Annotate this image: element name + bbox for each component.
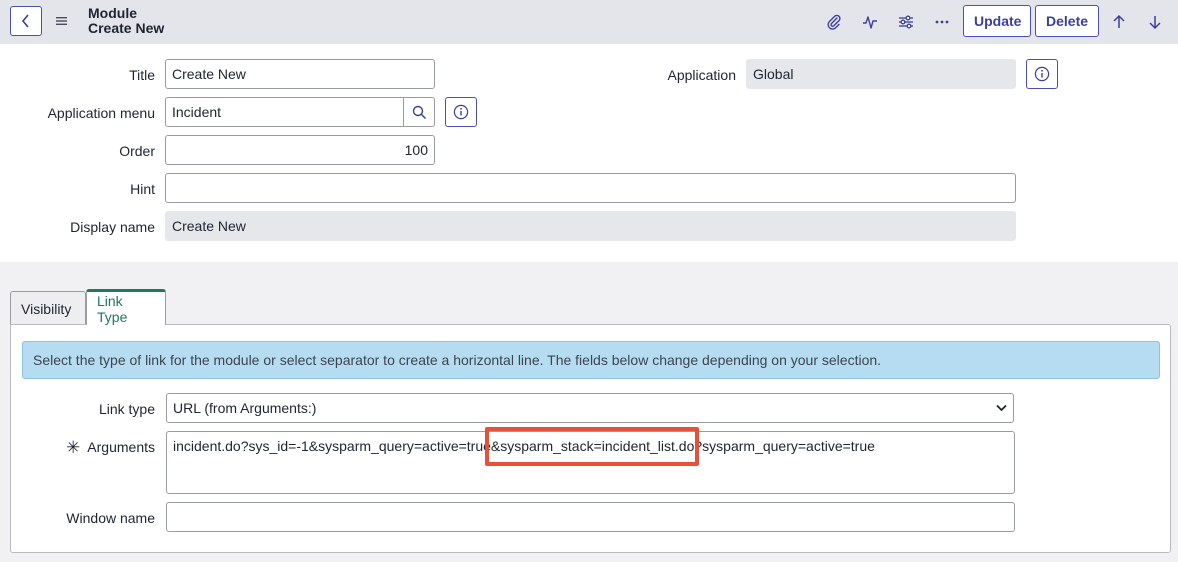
link-type-label: Link type: [98, 401, 155, 417]
chevron-down-icon: [996, 404, 1007, 412]
application-menu-info-button[interactable]: [445, 97, 477, 127]
tab-link-type[interactable]: Link Type: [86, 289, 166, 325]
order-label: Order: [119, 143, 155, 159]
application-menu-label: Application menu: [47, 105, 155, 121]
window-name-label: Window name: [66, 510, 155, 526]
hint-label: Hint: [130, 181, 155, 197]
record-name: Create New: [88, 20, 165, 36]
arguments-textarea[interactable]: incident.do?sys_id=-1&sysparm_query=acti…: [166, 431, 1015, 494]
link-type-selected-value: URL (from Arguments:): [173, 400, 317, 416]
hint-input[interactable]: [165, 173, 1016, 203]
info-icon: [1034, 66, 1050, 82]
required-indicator-icon: ✳: [66, 438, 81, 457]
record-type: Module: [88, 5, 137, 21]
arguments-label: Arguments: [87, 439, 155, 455]
title-label: Title: [129, 67, 155, 83]
order-input[interactable]: 100: [165, 135, 435, 165]
application-menu-input[interactable]: Incident: [165, 97, 404, 127]
tab-visibility[interactable]: Visibility: [10, 291, 86, 325]
form-header: Module Create New Update Delete: [0, 0, 1178, 44]
hamburger-menu-icon[interactable]: [55, 14, 69, 28]
delete-button[interactable]: Delete: [1035, 5, 1099, 37]
arrow-down-icon: [1149, 16, 1161, 30]
next-record-button[interactable]: [1144, 11, 1166, 33]
link-type-info-banner: Select the type of link for the module o…: [22, 341, 1160, 379]
application-info-button[interactable]: [1026, 59, 1058, 89]
record-title: Module Create New: [88, 6, 164, 36]
display-name-label: Display name: [70, 219, 155, 235]
title-input[interactable]: Create New: [165, 59, 435, 89]
display-name-field: Create New: [165, 211, 1016, 241]
arrow-up-icon: [1113, 14, 1125, 28]
more-options-button[interactable]: [931, 11, 953, 33]
more-icon: [935, 20, 949, 24]
personalize-button[interactable]: [895, 11, 917, 33]
attachment-button[interactable]: [823, 11, 845, 33]
update-button[interactable]: Update: [963, 5, 1031, 37]
search-icon: [412, 105, 426, 119]
activity-button[interactable]: [859, 11, 881, 33]
link-type-select[interactable]: URL (from Arguments:): [166, 393, 1014, 423]
application-label: Application: [667, 67, 737, 83]
paperclip-icon: [827, 14, 841, 30]
previous-record-button[interactable]: [1108, 11, 1130, 33]
info-icon: [453, 104, 469, 120]
back-chevron-icon: [21, 14, 29, 28]
activity-icon: [863, 16, 877, 29]
sliders-icon: [899, 15, 913, 29]
application-menu-lookup-button[interactable]: [403, 97, 435, 127]
application-field: Global: [746, 59, 1016, 89]
back-button[interactable]: [10, 6, 42, 36]
window-name-input[interactable]: [166, 502, 1015, 532]
